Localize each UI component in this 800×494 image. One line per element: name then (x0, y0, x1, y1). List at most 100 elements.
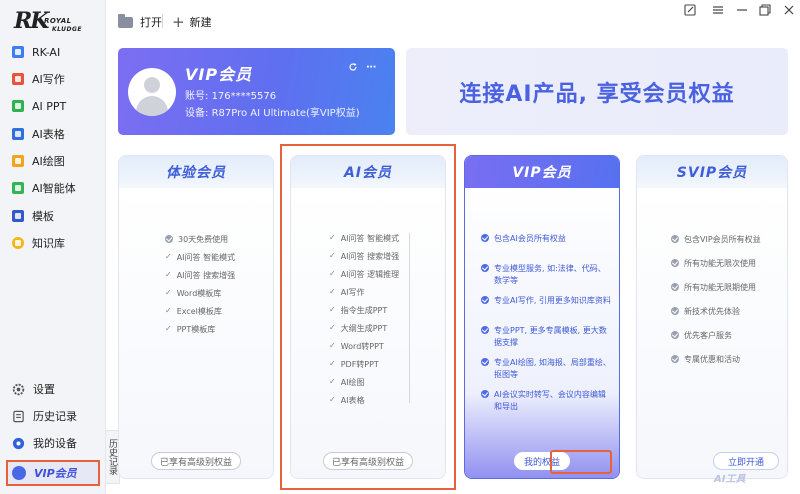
check-circle-icon (165, 235, 173, 243)
edit-icon[interactable] (683, 3, 697, 17)
ai-write-icon (12, 73, 24, 85)
device-label: 设备: (185, 108, 209, 119)
sidebar-item-label: AI绘图 (32, 155, 65, 168)
refresh-icon[interactable] (348, 62, 358, 72)
sidebar-item-label: 模板 (32, 210, 54, 223)
check-circle-icon (671, 307, 679, 315)
vip-icon (12, 466, 26, 480)
sidebar-item-settings[interactable]: 设置 (8, 378, 100, 400)
plan-feature: AI会议实时转写、会议内容编辑和导出 (481, 389, 611, 413)
plan-card-vip: VIP会员 包含AI会员所有权益 专业模型服务, 如:法律、代码、数学等 专业A… (464, 155, 620, 479)
check-circle-icon (481, 326, 489, 334)
sidebar-item-ai-agent[interactable]: AI智能体 (8, 176, 100, 200)
sidebar-item-label: AI PPT (32, 99, 67, 113)
sidebar-item-ai-ppt[interactable]: AI PPT (8, 94, 100, 118)
subscribe-now-button[interactable]: 立即开通 (713, 452, 779, 470)
plan-title: SVIP会员 (676, 165, 748, 181)
check-icon: ✓ (165, 324, 172, 333)
plan-card-svip: SVIP会员 包含VIP会员所有权益 所有功能无限次使用 所有功能无限期使用 新… (636, 155, 788, 479)
plan-feature: ✓ AI问答 智能模式 (165, 252, 236, 262)
sidebar-item-rk-ai[interactable]: RK-AI (8, 40, 100, 64)
check-circle-icon (481, 296, 489, 304)
plan-feature: 所有功能无限次使用 (671, 258, 756, 269)
plan-title: 体验会员 (166, 165, 226, 181)
avatar (128, 68, 176, 116)
royal-kludge-logo: RK ROYAL KLUDGE (14, 8, 83, 34)
plan-card-body: 包含VIP会员所有权益 所有功能无限次使用 所有功能无限期使用 新技术优先体验 … (637, 188, 787, 478)
user-vip-card: VIP会员 账号: 176****5576 设备: R87Pro AI Ulti… (118, 48, 395, 135)
ai-table-icon (12, 128, 24, 140)
plan-title: VIP会员 (512, 165, 572, 181)
open-button[interactable]: 打开 (118, 13, 162, 30)
device-row: 设备: R87Pro AI Ultimate(享VIP权益) (185, 104, 360, 119)
vip-label: VIP会员 (34, 467, 77, 480)
sidebar-item-vip[interactable]: VIP会员 (6, 460, 100, 486)
plan-feature: 所有功能无限期使用 (671, 282, 756, 293)
knowledge-base-icon (12, 237, 24, 249)
sidebar-item-label: RK-AI (32, 45, 61, 59)
plus-icon: + (172, 12, 185, 31)
sidebar-item-knowledge-base[interactable]: 知识库 (8, 231, 100, 255)
menu-icon[interactable] (711, 3, 725, 17)
sidebar-item-history[interactable]: 历史记录 (8, 405, 100, 427)
sidebar-item-template[interactable]: 模板 (8, 204, 100, 228)
plan-card-header: SVIP会员 (637, 156, 787, 188)
more-icon[interactable]: ··· (366, 62, 376, 73)
check-circle-icon (671, 283, 679, 291)
plan-card-trial: 体验会员 30天免费使用 ✓ AI问答 智能模式 ✓ AI问答 搜索增强 ✓ Word… (118, 155, 274, 479)
plan-feature: ✓ Word模板库 (165, 288, 222, 298)
check-icon: ✓ (165, 252, 172, 261)
sidebar-item-ai-table[interactable]: AI表格 (8, 122, 100, 146)
sidebar-item-devices[interactable]: 我的设备 (8, 432, 100, 454)
check-circle-icon (671, 331, 679, 339)
account-label: 账号: (185, 91, 209, 102)
ai-draw-icon (12, 155, 24, 167)
ai-agent-icon (12, 182, 24, 194)
promo-slogan: 连接AI产品, 享受会员权益 (459, 81, 735, 107)
plan-feature: ✓ PPT模板库 (165, 324, 216, 334)
plan-feature: 专业AI写作, 引用更多知识库资料 (481, 295, 611, 306)
minimize-icon[interactable] (735, 3, 749, 17)
plan-feature: 专属优惠和活动 (671, 354, 740, 365)
toolbar-divider (162, 14, 163, 28)
history-icon (13, 410, 24, 422)
sidebar-item-label: 知识库 (32, 237, 65, 250)
account-row: 账号: 176****5576 (185, 87, 276, 102)
avatar-body (136, 96, 168, 116)
template-icon (12, 210, 24, 222)
sidebar-item-label: AI智能体 (32, 182, 76, 195)
sidebar-item-ai-write[interactable]: AI写作 (8, 67, 100, 91)
sidebar: RK ROYAL KLUDGE RK-AI AI写作 AI PPT AI表格 A… (0, 0, 106, 494)
check-icon: ✓ (165, 306, 172, 315)
folder-icon (118, 13, 133, 28)
check-circle-icon (671, 259, 679, 267)
settings-label: 设置 (33, 383, 55, 396)
check-icon: ✓ (165, 288, 172, 297)
sidebar-item-label: AI表格 (32, 128, 65, 141)
check-circle-icon (481, 390, 489, 398)
new-label: 新建 (189, 16, 212, 29)
restore-icon[interactable] (758, 3, 772, 17)
close-icon[interactable] (782, 3, 796, 17)
plan-feature: 专业模型服务, 如:法律、代码、数学等 (481, 263, 611, 287)
device-value: R87Pro AI Ultimate(享VIP权益) (211, 108, 360, 119)
plan-feature: ✓ AI问答 搜索增强 (165, 270, 236, 280)
new-button[interactable]: + 新建 (172, 14, 212, 30)
ai-ppt-icon (12, 100, 24, 112)
watermark: AI工具 (714, 474, 746, 485)
plan-feature: 30天免费使用 (165, 234, 228, 245)
devices-label: 我的设备 (33, 437, 77, 450)
check-circle-icon (671, 235, 679, 243)
highlight-ai-plan (280, 144, 456, 490)
plan-card-body: 包含AI会员所有权益 专业模型服务, 如:法律、代码、数学等 专业AI写作, 引… (465, 188, 619, 478)
history-label: 历史记录 (33, 410, 77, 423)
trial-plan-button[interactable]: 已享有高级别权益 (151, 452, 241, 470)
open-label: 打开 (140, 16, 162, 29)
plan-feature: 专业PPT, 更多专属模板, 更大数据支撑 (481, 325, 611, 349)
check-icon: ✓ (165, 270, 172, 279)
gear-icon (12, 383, 25, 395)
avatar-head (144, 77, 160, 93)
user-card-title: VIP会员 (185, 65, 253, 84)
plan-feature: ✓ Excel模板库 (165, 306, 222, 316)
sidebar-item-ai-draw[interactable]: AI绘图 (8, 149, 100, 173)
